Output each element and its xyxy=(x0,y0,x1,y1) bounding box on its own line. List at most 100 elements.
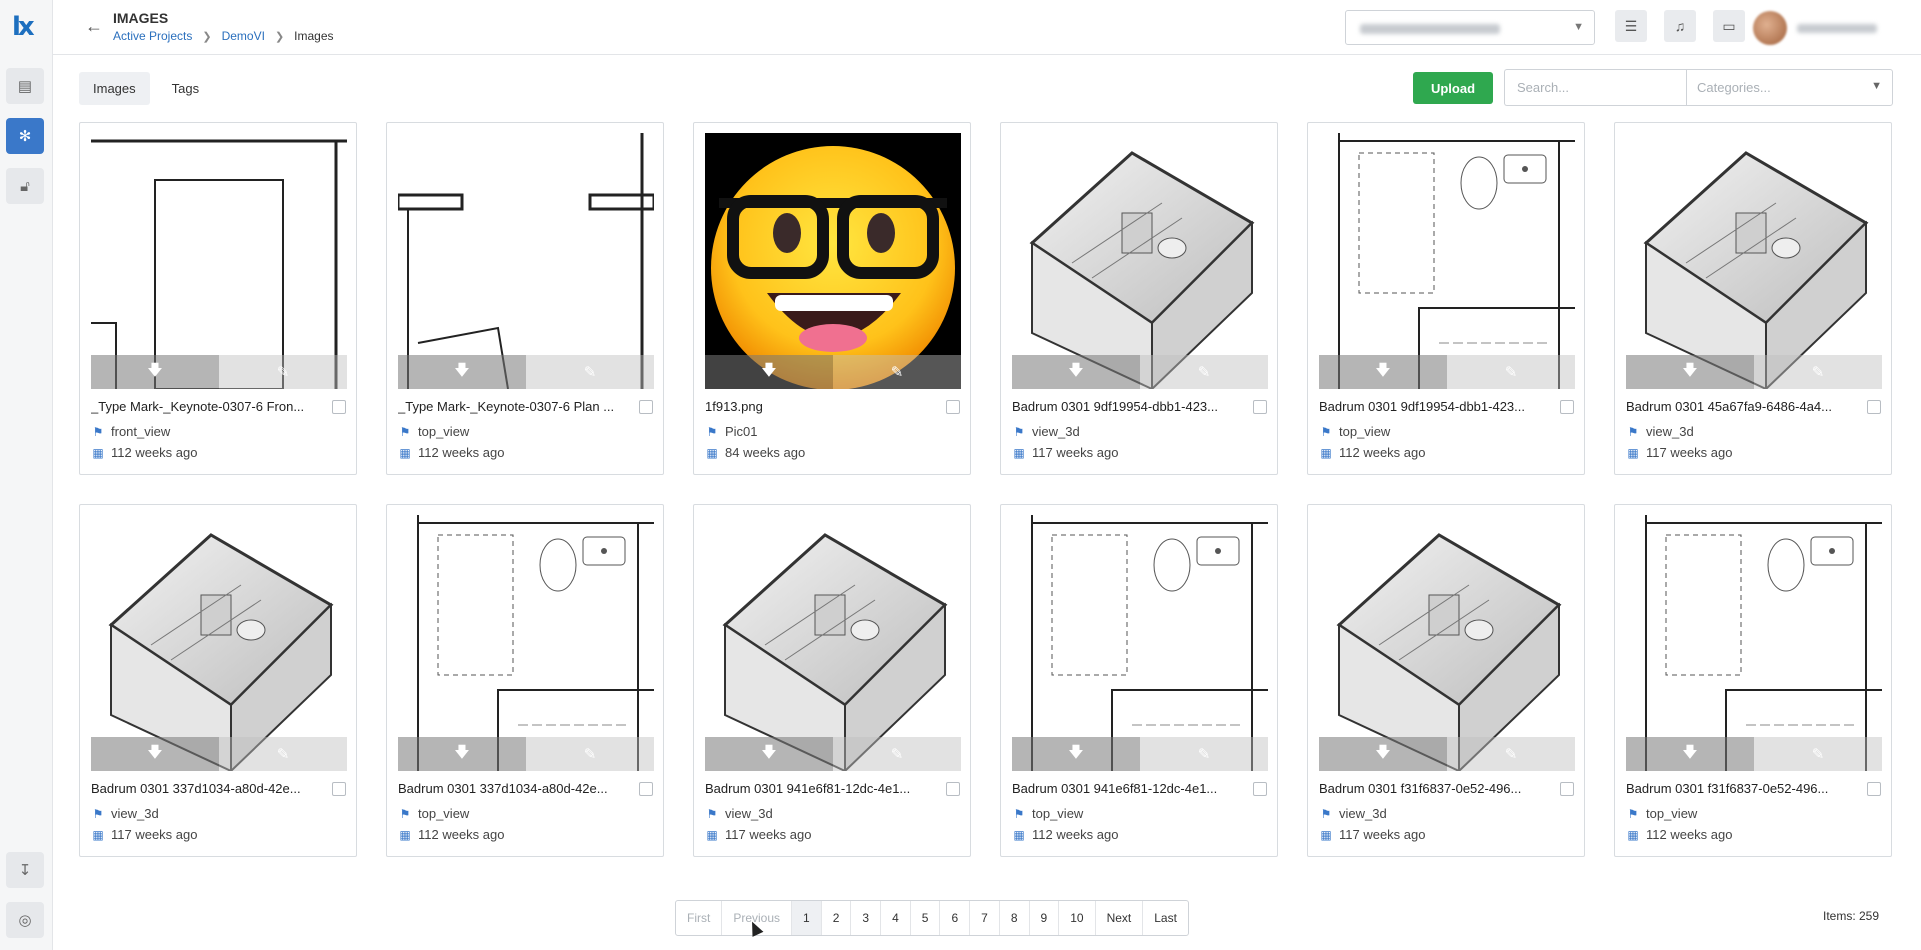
edit-button[interactable]: ✎ xyxy=(526,355,654,389)
image-title[interactable]: Badrum 0301 941e6f81-12dc-4e1... xyxy=(1012,781,1242,796)
image-title[interactable]: Badrum 0301 9df19954-dbb1-423... xyxy=(1012,399,1242,414)
image-title[interactable]: 1f913.png xyxy=(705,399,935,414)
download-button[interactable]: 🡇︎ xyxy=(705,355,833,389)
page-4[interactable]: 4 xyxy=(881,901,911,935)
breadcrumb-active-projects[interactable]: Active Projects xyxy=(113,29,192,43)
edit-button[interactable]: ✎ xyxy=(526,737,654,771)
page-7[interactable]: 7 xyxy=(970,901,1000,935)
download-button[interactable]: 🡇︎ xyxy=(1012,355,1140,389)
select-checkbox[interactable] xyxy=(1867,782,1881,796)
company-select[interactable]: ▼ xyxy=(1345,10,1595,45)
image-card[interactable]: 🡇︎ ✎ Badrum 0301 941e6f81-12dc-4e1... ⚑ top_… xyxy=(1000,504,1278,857)
image-title[interactable]: Badrum 0301 337d1034-a80d-42e... xyxy=(398,781,628,796)
download-button[interactable]: 🡇︎ xyxy=(1012,737,1140,771)
page-first[interactable]: First xyxy=(676,901,723,935)
image-card[interactable]: 🡇︎ ✎ Badrum 0301 f31f6837-0e52-496... ⚑ view… xyxy=(1307,504,1585,857)
image-thumbnail[interactable]: 🡇︎ ✎ xyxy=(91,515,347,771)
back-arrow-icon[interactable]: ← xyxy=(85,16,103,37)
edit-button[interactable]: ✎ xyxy=(1754,355,1882,389)
page-8[interactable]: 8 xyxy=(1000,901,1030,935)
image-thumbnail[interactable]: 🡇︎ ✎ xyxy=(1319,515,1575,771)
notifications-button[interactable]: ♫ xyxy=(1664,10,1696,42)
edit-button[interactable]: ✎ xyxy=(1140,737,1268,771)
id-card-button[interactable]: ▭ xyxy=(1713,10,1745,42)
page-10[interactable]: 10 xyxy=(1059,901,1096,935)
download-button[interactable]: 🡇︎ xyxy=(705,737,833,771)
tab-tags[interactable]: Tags xyxy=(158,72,213,105)
tasks-button[interactable]: ☰ xyxy=(1615,10,1647,42)
download-button[interactable]: 🡇︎ xyxy=(1626,737,1754,771)
page-last[interactable]: Last xyxy=(1143,901,1188,935)
image-thumbnail[interactable]: 🡇︎ ✎ xyxy=(1626,133,1882,389)
page-next[interactable]: Next xyxy=(1096,901,1144,935)
download-button[interactable]: 🡇︎ xyxy=(1319,737,1447,771)
page-3[interactable]: 3 xyxy=(851,901,882,935)
user-menu[interactable] xyxy=(1753,8,1893,48)
image-title[interactable]: Badrum 0301 941e6f81-12dc-4e1... xyxy=(705,781,935,796)
page-6[interactable]: 6 xyxy=(940,901,971,935)
image-title[interactable]: Badrum 0301 45a67fa9-6486-4a4... xyxy=(1626,399,1856,414)
download-nav-button[interactable]: ↧ xyxy=(6,852,44,888)
download-button[interactable]: 🡇︎ xyxy=(91,355,219,389)
tab-images[interactable]: Images xyxy=(79,72,150,105)
edit-button[interactable]: ✎ xyxy=(1140,355,1268,389)
select-checkbox[interactable] xyxy=(1560,400,1574,414)
edit-button[interactable]: ✎ xyxy=(833,355,961,389)
images-nav-button[interactable]: ✻ xyxy=(6,118,44,154)
page-9[interactable]: 9 xyxy=(1030,901,1060,935)
edit-button[interactable]: ✎ xyxy=(1447,737,1575,771)
image-thumbnail[interactable]: 🡇︎ ✎ xyxy=(705,515,961,771)
page-1[interactable]: 1 xyxy=(792,901,822,935)
image-title[interactable]: Badrum 0301 9df19954-dbb1-423... xyxy=(1319,399,1549,414)
image-card[interactable]: 🡇︎ ✎ Badrum 0301 9df19954-dbb1-423... ⚑ view… xyxy=(1000,122,1278,475)
image-card[interactable]: 🡇︎ ✎ _Type Mark-_Keynote-0307-6 Fron... ⚑ fr… xyxy=(79,122,357,475)
edit-button[interactable]: ✎ xyxy=(1754,737,1882,771)
image-title[interactable]: Badrum 0301 f31f6837-0e52-496... xyxy=(1319,781,1549,796)
select-checkbox[interactable] xyxy=(1253,782,1267,796)
select-checkbox[interactable] xyxy=(946,400,960,414)
image-title[interactable]: _Type Mark-_Keynote-0307-6 Plan ... xyxy=(398,399,628,414)
breadcrumb-project[interactable]: DemoVI xyxy=(222,29,265,43)
image-card[interactable]: 🡇︎ ✎ 1f913.png ⚑ Pic01 ▦ 84 weeks ago xyxy=(693,122,971,475)
image-thumbnail[interactable]: 🡇︎ ✎ xyxy=(398,515,654,771)
image-card[interactable]: 🡇︎ ✎ Badrum 0301 337d1034-a80d-42e... ⚑ view… xyxy=(79,504,357,857)
app-logo[interactable]: lx xyxy=(12,14,48,40)
image-thumbnail[interactable]: 🡇︎ ✎ xyxy=(91,133,347,389)
help-nav-button[interactable]: ◎ xyxy=(6,902,44,938)
image-thumbnail[interactable]: 🡇︎ ✎ xyxy=(1626,515,1882,771)
select-checkbox[interactable] xyxy=(1867,400,1881,414)
edit-button[interactable]: ✎ xyxy=(219,355,347,389)
download-button[interactable]: 🡇︎ xyxy=(398,737,526,771)
download-button[interactable]: 🡇︎ xyxy=(91,737,219,771)
download-button[interactable]: 🡇︎ xyxy=(1626,355,1754,389)
select-checkbox[interactable] xyxy=(1560,782,1574,796)
edit-button[interactable]: ✎ xyxy=(833,737,961,771)
image-thumbnail[interactable]: 🡇︎ ✎ xyxy=(398,133,654,389)
image-title[interactable]: Badrum 0301 337d1034-a80d-42e... xyxy=(91,781,321,796)
select-checkbox[interactable] xyxy=(332,782,346,796)
image-thumbnail[interactable]: 🡇︎ ✎ xyxy=(705,133,961,389)
page-2[interactable]: 2 xyxy=(822,901,852,935)
image-card[interactable]: 🡇︎ ✎ Badrum 0301 9df19954-dbb1-423... ⚑ top_… xyxy=(1307,122,1585,475)
image-thumbnail[interactable]: 🡇︎ ✎ xyxy=(1012,133,1268,389)
image-card[interactable]: 🡇︎ ✎ Badrum 0301 f31f6837-0e52-496... ⚑ top_… xyxy=(1614,504,1892,857)
upload-button[interactable]: Upload xyxy=(1413,72,1493,104)
edit-button[interactable]: ✎ xyxy=(219,737,347,771)
select-checkbox[interactable] xyxy=(639,400,653,414)
select-checkbox[interactable] xyxy=(1253,400,1267,414)
image-card[interactable]: 🡇︎ ✎ _Type Mark-_Keynote-0307-6 Plan ... ⚑ t… xyxy=(386,122,664,475)
download-button[interactable]: 🡇︎ xyxy=(1319,355,1447,389)
image-card[interactable]: 🡇︎ ✎ Badrum 0301 337d1034-a80d-42e... ⚑ top_… xyxy=(386,504,664,857)
select-checkbox[interactable] xyxy=(639,782,653,796)
projects-nav-button[interactable]: ▤ xyxy=(6,68,44,104)
edit-button[interactable]: ✎ xyxy=(1447,355,1575,389)
image-card[interactable]: 🡇︎ ✎ Badrum 0301 45a67fa9-6486-4a4... ⚑ view… xyxy=(1614,122,1892,475)
select-checkbox[interactable] xyxy=(946,782,960,796)
image-title[interactable]: Badrum 0301 f31f6837-0e52-496... xyxy=(1626,781,1856,796)
image-card[interactable]: 🡇︎ ✎ Badrum 0301 941e6f81-12dc-4e1... ⚑ view… xyxy=(693,504,971,857)
lock-nav-button[interactable]: 🔓︎ xyxy=(6,168,44,204)
image-title[interactable]: _Type Mark-_Keynote-0307-6 Fron... xyxy=(91,399,321,414)
image-thumbnail[interactable]: 🡇︎ ✎ xyxy=(1012,515,1268,771)
select-checkbox[interactable] xyxy=(332,400,346,414)
image-thumbnail[interactable]: 🡇︎ ✎ xyxy=(1319,133,1575,389)
